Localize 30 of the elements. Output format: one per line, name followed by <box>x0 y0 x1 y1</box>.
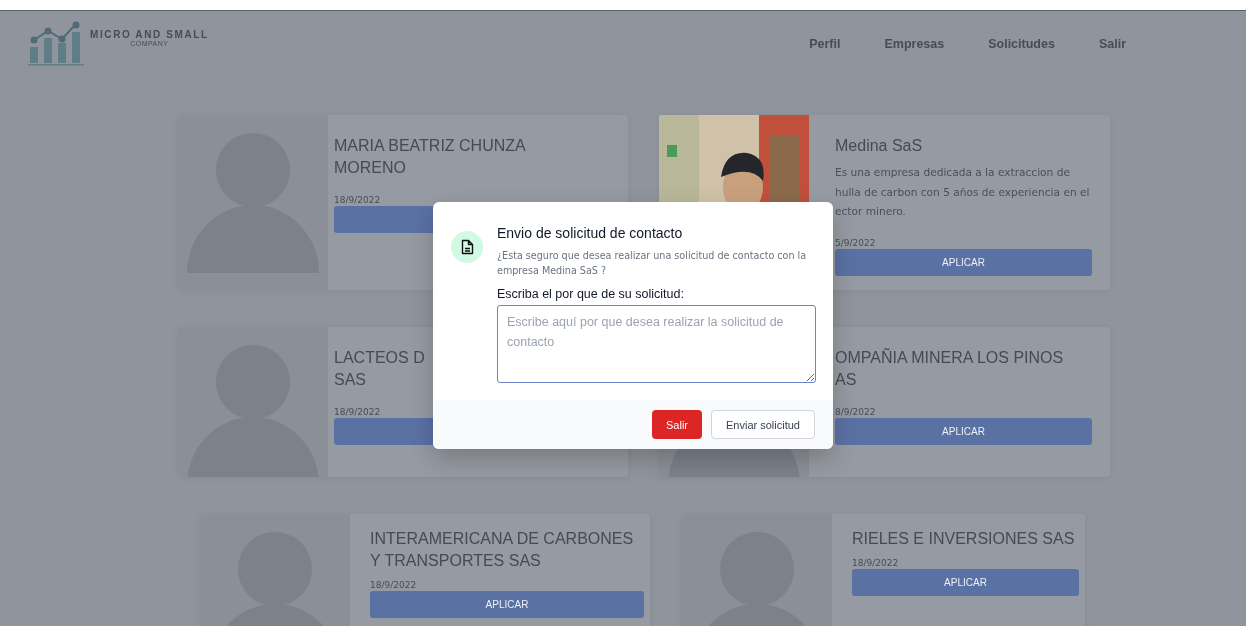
company-description: Es una empresa dedicada a la extraccion de hulla de carbon con 5 años de experiencia en el ector minero. <box>835 165 1091 219</box>
exit-button[interactable]: Salir <box>652 410 702 439</box>
date-label: 18/9/2022 <box>334 407 382 417</box>
company-name: OMPAÑIA MINERA LOS PINOS AS <box>835 347 1065 390</box>
brand-name: MICRO AND SMALL <box>90 28 209 40</box>
apply-button[interactable]: APLICAR <box>835 248 1092 276</box>
send-request-button[interactable]: Enviar solicitud <box>711 410 815 439</box>
company-name: MARIA BEATRIZ CHUNZA MORENO <box>334 136 527 178</box>
date-label: 5/9/2022 <box>835 237 877 248</box>
field-label: Escriba el por que de su solicitud: <box>497 287 685 301</box>
date-label: 18/9/2022 <box>370 580 418 590</box>
date-label: 18/9/2022 <box>852 558 900 568</box>
apply-button[interactable]: APLICAR <box>370 591 644 618</box>
company-name: INTERAMERICANA DE CARBONES Y TRANSPORTES SAS <box>370 529 635 571</box>
company-name: Medina SaS <box>835 136 924 156</box>
document-icon <box>460 239 474 255</box>
logo-chart-icon <box>28 20 84 67</box>
nav-link[interactable]: Solicitudes <box>966 36 1077 51</box>
dialog-title: Envio de solicitud de contacto <box>497 224 684 243</box>
dialog-message: ¿Esta seguro que desea realizar una solicitud de contacto con la empresa Medina SaS ? <box>497 249 808 278</box>
company-name: LACTEOS D SAS <box>334 348 426 390</box>
company-name: RIELES E INVERSIONES SAS <box>852 529 1076 549</box>
nav-link[interactable]: Empresas <box>862 36 967 51</box>
nav-link[interactable]: Salir <box>1076 36 1148 51</box>
nav-link[interactable]: Perfil <box>787 36 863 51</box>
apply-button[interactable]: APLICAR <box>852 569 1079 596</box>
date-label: 8/9/2022 <box>835 407 877 417</box>
apply-button[interactable]: APLICAR <box>835 418 1092 445</box>
reason-textarea[interactable]: Escribe aquí por que desea realizar la solicitud de contacto <box>497 305 816 383</box>
date-label: 18/9/2022 <box>334 195 382 205</box>
